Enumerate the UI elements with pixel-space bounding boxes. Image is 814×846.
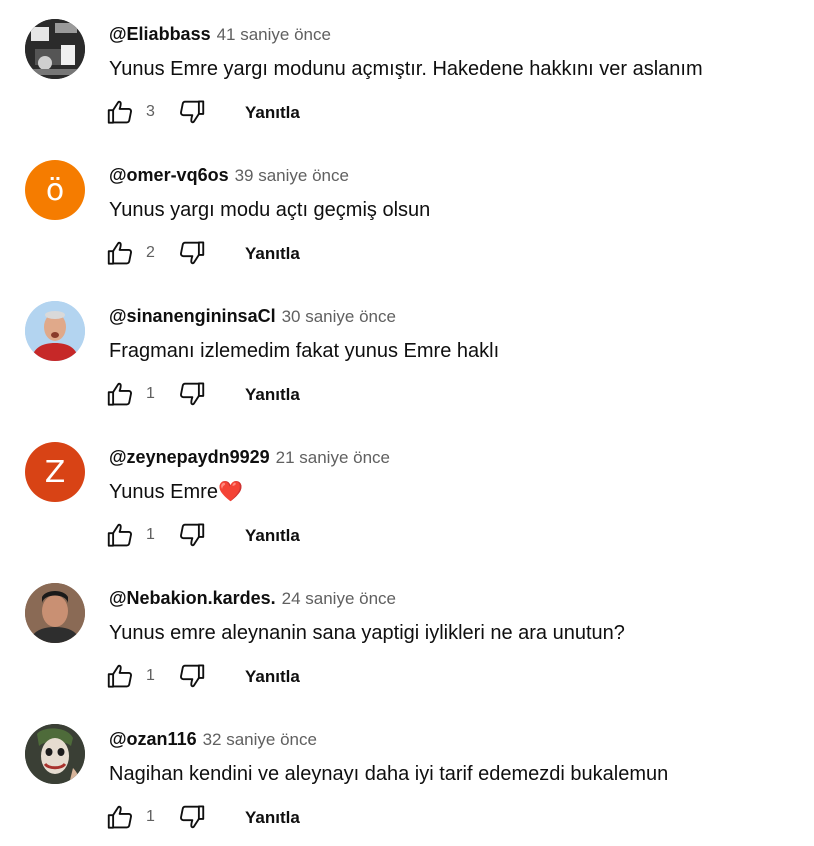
like-count: 3 [146,103,155,120]
thumbs-up-icon [107,382,132,406]
comment-timestamp[interactable]: 32 saniye önce [203,730,317,749]
abstract-photo-avatar [25,19,85,79]
comment-actions: 2 Yanıtla [105,238,365,270]
comment-header: @zeynepaydn9929 21 saniye önce [109,445,390,470]
joker-portrait-avatar [25,724,85,784]
comment-author[interactable]: @Eliabbass [109,24,211,44]
comment-author[interactable]: @Nebakion.kardes. [109,588,276,608]
thumbs-down-icon [180,382,205,406]
avatar[interactable] [25,19,85,79]
thumbs-up-icon [107,523,132,547]
reply-button[interactable]: Yanıtla [245,808,300,828]
dislike-button[interactable] [177,97,209,129]
comment-author[interactable]: @sinanengininsaCl [109,306,276,326]
comment-header: @Nebakion.kardes. 24 saniye önce [109,586,396,611]
comment-timestamp[interactable]: 21 saniye önce [276,448,390,467]
comment-text: Yunus emre aleynanin sana yaptigi iylikl… [109,620,625,646]
comment-text-body: Fragmanı izlemedim fakat yunus Emre hakl… [109,340,500,362]
like-count: 1 [146,667,155,684]
comment-author[interactable]: @zeynepaydn9929 [109,447,270,467]
like-count: 1 [146,808,155,825]
like-button[interactable] [105,238,137,270]
like-button[interactable] [105,97,137,129]
comment-text: Yunus Emre yargı modunu açmıştır. Hakede… [109,56,703,82]
dislike-button[interactable] [177,802,209,834]
comment-author[interactable]: @ozan116 [109,729,197,749]
thumbs-up-icon [107,100,132,124]
dislike-button[interactable] [177,661,209,693]
comment-text: Nagihan kendini ve aleynayı daha iyi tar… [109,761,668,787]
comment-text-body: Nagihan kendini ve aleynayı daha iyi tar… [109,763,669,785]
man-portrait-avatar [25,583,85,643]
comment-actions: 1 Yanıtla [105,379,365,411]
comment-text-body: Yunus yargı modu açtı geçmiş olsun [109,199,431,221]
comment-actions: 1 Yanıtla [105,802,365,834]
person-red-sweater-avatar [25,301,85,361]
heart-emoji: ❤️ [217,481,243,503]
comment-timestamp[interactable]: 24 saniye önce [282,589,396,608]
thumbs-up-icon [107,241,132,265]
thumbs-up-icon [107,805,132,829]
comment-timestamp[interactable]: 41 saniye önce [217,25,331,44]
thumbs-down-icon [180,523,205,547]
reply-button[interactable]: Yanıtla [245,385,300,405]
dislike-button[interactable] [177,238,209,270]
like-button[interactable] [105,520,137,552]
comment-timestamp[interactable]: 39 saniye önce [235,166,349,185]
thumbs-up-icon [107,664,132,688]
thumbs-down-icon [180,100,205,124]
like-button[interactable] [105,379,137,411]
comment: @sinanengininsaCl 30 saniye önce Fragmanı… [0,282,814,423]
comment: @ozan116 32 saniye önce Nagihan kendini v… [0,705,814,846]
comment-header: @ozan116 32 saniye önce [109,727,317,752]
dislike-button[interactable] [177,379,209,411]
comment-author[interactable]: @omer-vq6os [109,165,229,185]
dislike-button[interactable] [177,520,209,552]
reply-button[interactable]: Yanıtla [245,667,300,687]
comment-header: @Eliabbass 41 saniye önce [109,22,331,47]
comment: ö @omer-vq6os 39 saniye önce Yunus yargı … [0,141,814,282]
thumbs-down-icon [180,241,205,265]
avatar[interactable] [25,724,85,784]
like-count: 1 [146,526,155,543]
comment: @Eliabbass 41 saniye önce Yunus Emre yarg… [0,0,814,141]
avatar[interactable] [25,583,85,643]
comment: Z @zeynepaydn9929 21 saniye önce Yunus Em… [0,423,814,564]
comment-actions: 1 Yanıtla [105,661,365,693]
reply-button[interactable]: Yanıtla [245,103,300,123]
like-count: 2 [146,244,155,261]
comment-actions: 3 Yanıtla [105,97,365,129]
thumbs-down-icon [180,664,205,688]
comment-text: Yunus Emre❤️ [109,479,243,505]
avatar[interactable]: Z [25,442,85,502]
comment-text: Yunus yargı modu açtı geçmiş olsun [109,197,430,223]
comment-text-body: Yunus emre aleynanin sana yaptigi iylikl… [109,622,625,644]
like-button[interactable] [105,661,137,693]
like-count: 1 [146,385,155,402]
avatar[interactable] [25,301,85,361]
like-button[interactable] [105,802,137,834]
reply-button[interactable]: Yanıtla [245,526,300,546]
comment-actions: 1 Yanıtla [105,520,365,552]
comment-text-body: Yunus Emre [109,481,218,503]
comment: @Nebakion.kardes. 24 saniye önce Yunus em… [0,564,814,705]
comment-timestamp[interactable]: 30 saniye önce [282,307,396,326]
comment-header: @sinanengininsaCl 30 saniye önce [109,304,396,329]
comment-text-body: Yunus Emre yargı modunu açmıştır. Hakede… [109,58,703,80]
comment-text: Fragmanı izlemedim fakat yunus Emre hakl… [109,338,499,364]
comment-header: @omer-vq6os 39 saniye önce [109,163,349,188]
reply-button[interactable]: Yanıtla [245,244,300,264]
thumbs-down-icon [180,805,205,829]
avatar[interactable]: ö [25,160,85,220]
